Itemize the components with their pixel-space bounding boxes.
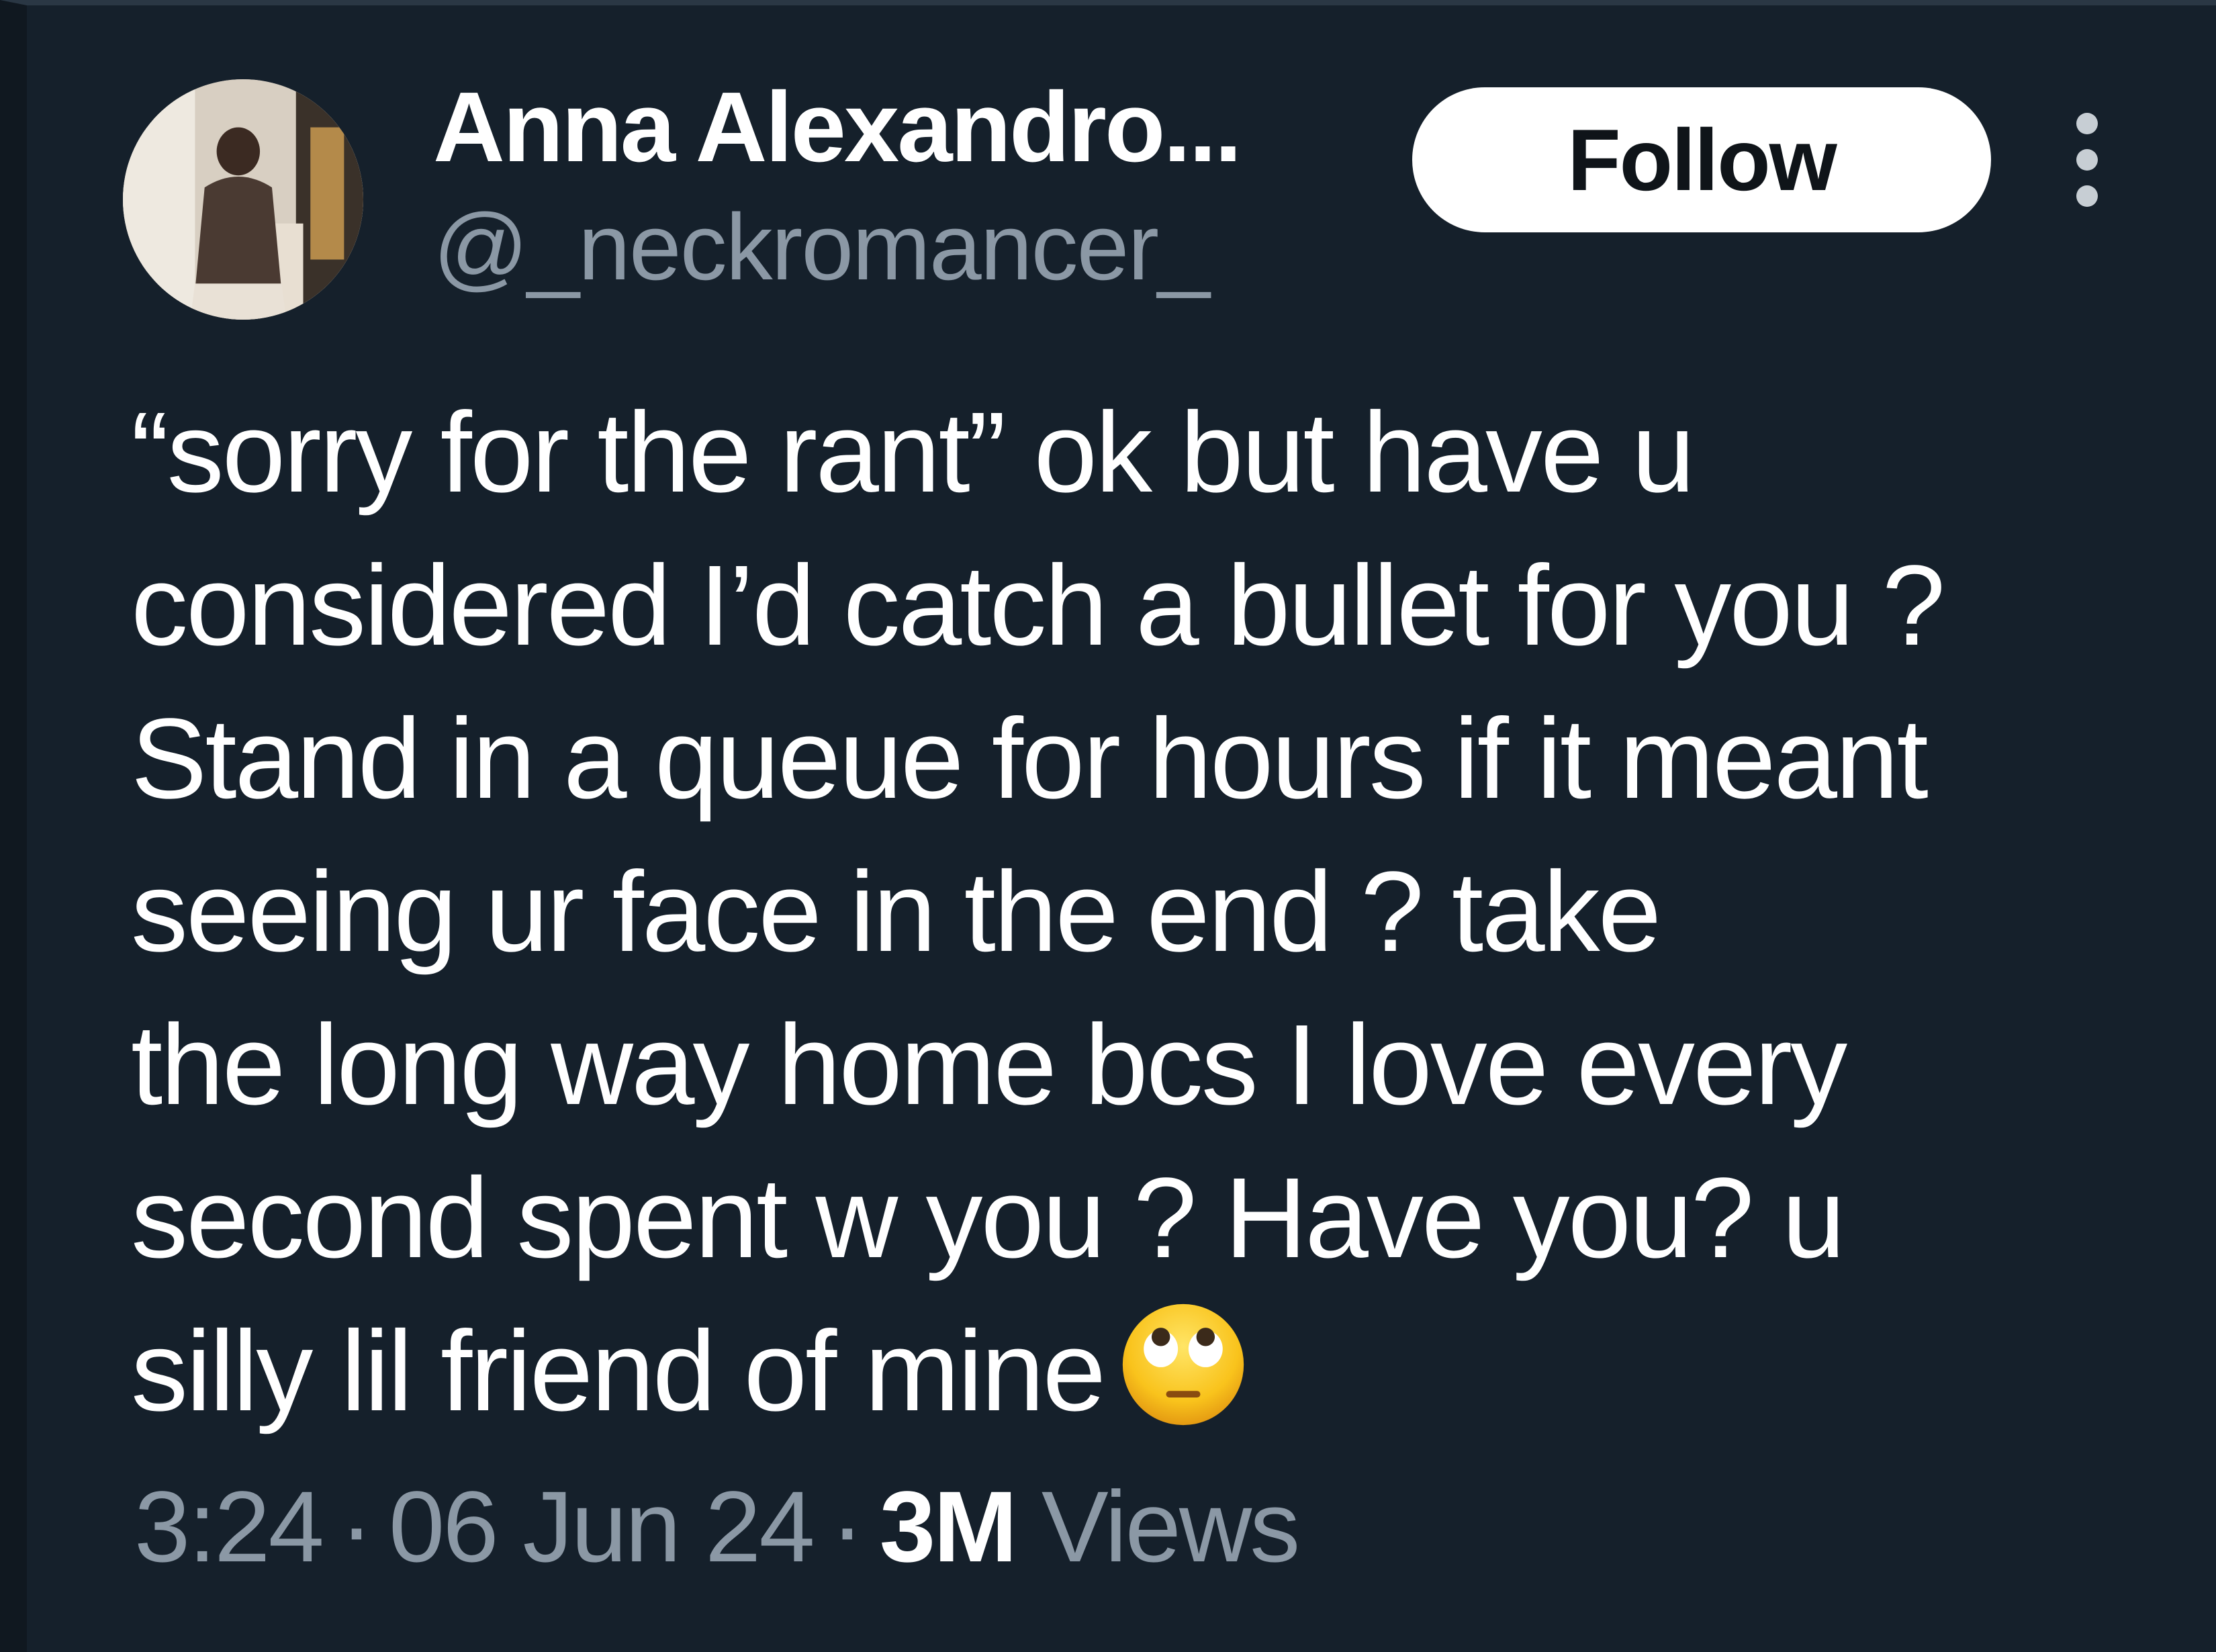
follow-button[interactable]: Follow (1412, 87, 1991, 232)
tweet-text: “sorry for the rant” ok but have u consi… (131, 376, 2199, 1448)
avatar[interactable] (123, 79, 363, 320)
rolling-eyes-emoji-icon (1117, 1299, 1249, 1430)
views-label: Views (1041, 1470, 1300, 1583)
tweet-meta: 3:24 · 06 Jun 24 · 3M Views (134, 1476, 1300, 1577)
tweet-time[interactable]: 3:24 (134, 1470, 324, 1583)
tweet-card: Anna Alexandro... @_neckromancer_ Follow… (0, 0, 2216, 1652)
author-display-name[interactable]: Anna Alexandro... (433, 78, 1242, 177)
author-handle[interactable]: @_neckromancer_ (433, 200, 1210, 294)
more-options-icon[interactable] (2062, 113, 2115, 207)
views-count: 3M (879, 1470, 1017, 1583)
meta-separator: · (830, 1470, 864, 1583)
meta-separator: · (339, 1470, 373, 1583)
tweet-date[interactable]: 06 Jun 24 (389, 1470, 815, 1583)
avatar-photo (123, 79, 363, 320)
tweet-body: “sorry for the rant” ok but have u consi… (131, 389, 1945, 1435)
